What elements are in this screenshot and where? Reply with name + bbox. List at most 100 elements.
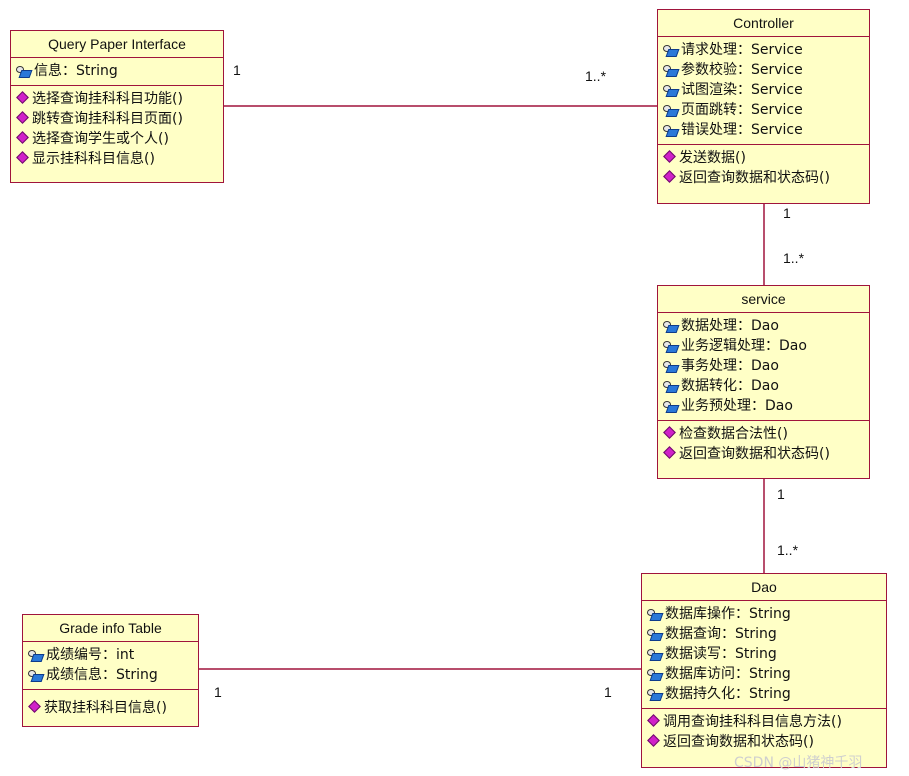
attribute-row: 请求处理：Service: [662, 40, 865, 60]
operation-text: 返回查询数据和状态码(): [663, 734, 814, 750]
multiplicity-label: 1: [604, 684, 612, 700]
attribute-row: 数据读写：String: [646, 644, 882, 664]
operation-text: 返回查询数据和状态码(): [679, 446, 830, 462]
attribute-text: 业务逻辑处理：Dao: [681, 338, 807, 354]
attribute-text: 数据转化：Dao: [681, 378, 779, 394]
key-attribute-icon: [662, 379, 680, 394]
key-attribute-icon: [662, 83, 680, 98]
operation-text: 选择查询学生或个人(): [32, 131, 169, 147]
attribute-text: 参数校验：Service: [681, 62, 803, 78]
attribute-row: 参数校验：Service: [662, 60, 865, 80]
key-attribute-icon: [662, 399, 680, 414]
multiplicity-label: 1: [783, 205, 791, 221]
operation-text: 返回查询数据和状态码(): [679, 170, 830, 186]
diamond-operation-icon: [28, 699, 41, 713]
attribute-row: 信息：String: [15, 61, 219, 81]
attribute-row: 数据转化：Dao: [662, 376, 865, 396]
class-title: Controller: [658, 10, 869, 37]
multiplicity-label: 1: [777, 486, 785, 502]
attribute-row: 试图渲染：Service: [662, 80, 865, 100]
attribute-compartment: 成绩编号：int 成绩信息：String: [23, 642, 198, 690]
attribute-compartment: 数据库操作：String 数据查询：String 数据读写：String 数据库…: [642, 601, 886, 709]
diamond-operation-icon: [16, 130, 29, 144]
attribute-row: 数据持久化：String: [646, 684, 882, 704]
attribute-row: 数据查询：String: [646, 624, 882, 644]
multiplicity-label: 1..*: [777, 542, 799, 558]
operation-text: 显示挂科科目信息(): [32, 151, 155, 167]
operation-text: 调用查询挂科科目信息方法(): [663, 714, 842, 730]
operation-row: 选择查询挂科科目功能(): [15, 89, 219, 109]
attribute-compartment: 数据处理：Dao 业务逻辑处理：Dao 事务处理：Dao 数据转化：Dao 业务…: [658, 313, 869, 421]
attribute-text: 页面跳转：Service: [681, 102, 803, 118]
multiplicity-label: 1..*: [585, 68, 607, 84]
attribute-row: 成绩信息：String: [27, 665, 194, 685]
key-attribute-icon: [646, 627, 664, 642]
operation-text: 跳转查询挂科科目页面(): [32, 111, 183, 127]
class-query-paper-interface[interactable]: Query Paper Interface 信息：String 选择查询挂科科目…: [10, 30, 224, 183]
attribute-text: 数据持久化：String: [665, 686, 791, 702]
class-controller[interactable]: Controller 请求处理：Service 参数校验：Service 试图渲…: [657, 9, 870, 204]
key-attribute-icon: [27, 648, 45, 663]
diamond-operation-icon: [16, 90, 29, 104]
key-attribute-icon: [662, 43, 680, 58]
attribute-row: 事务处理：Dao: [662, 356, 865, 376]
class-service[interactable]: service 数据处理：Dao 业务逻辑处理：Dao 事务处理：Dao 数据转…: [657, 285, 870, 479]
operation-row: 显示挂科科目信息(): [15, 149, 219, 169]
operation-row: 发送数据(): [662, 148, 865, 168]
key-attribute-icon: [662, 359, 680, 374]
class-title: Grade info Table: [23, 615, 198, 642]
key-attribute-icon: [662, 123, 680, 138]
key-attribute-icon: [27, 668, 45, 683]
class-dao[interactable]: Dao 数据库操作：String 数据查询：String 数据读写：String…: [641, 573, 887, 768]
diamond-operation-icon: [16, 150, 29, 164]
operation-row: 选择查询学生或个人(): [15, 129, 219, 149]
operation-row: 返回查询数据和状态码(): [662, 444, 865, 464]
key-attribute-icon: [662, 339, 680, 354]
attribute-text: 数据读写：String: [665, 646, 777, 662]
attribute-text: 数据库操作：String: [665, 606, 791, 622]
class-title: Dao: [642, 574, 886, 601]
key-attribute-icon: [662, 319, 680, 334]
attribute-row: 数据库操作：String: [646, 604, 882, 624]
multiplicity-label: 1..*: [783, 250, 805, 266]
attribute-text: 数据查询：String: [665, 626, 777, 642]
key-attribute-icon: [646, 607, 664, 622]
attribute-compartment: 请求处理：Service 参数校验：Service 试图渲染：Service 页…: [658, 37, 869, 145]
attribute-text: 业务预处理：Dao: [681, 398, 793, 414]
key-attribute-icon: [15, 64, 33, 79]
diamond-operation-icon: [663, 445, 676, 459]
operation-compartment: 发送数据() 返回查询数据和状态码(): [658, 145, 869, 192]
attribute-text: 事务处理：Dao: [681, 358, 779, 374]
attribute-text: 错误处理：Service: [681, 122, 803, 138]
attribute-row: 数据库访问：String: [646, 664, 882, 684]
class-grade-info-table[interactable]: Grade info Table 成绩编号：int 成绩信息：String 获取…: [22, 614, 199, 727]
operation-text: 获取挂科科目信息(): [44, 700, 167, 716]
attribute-text: 成绩编号：int: [46, 647, 135, 663]
diamond-operation-icon: [663, 169, 676, 183]
diamond-operation-icon: [647, 713, 660, 727]
attribute-text: 成绩信息：String: [46, 667, 158, 683]
class-title: Query Paper Interface: [11, 31, 223, 58]
attribute-row: 业务预处理：Dao: [662, 396, 865, 416]
multiplicity-label: 1: [233, 62, 241, 78]
attribute-text: 信息：String: [34, 63, 118, 79]
key-attribute-icon: [646, 667, 664, 682]
operation-row: 跳转查询挂科科目页面(): [15, 109, 219, 129]
attribute-compartment: 信息：String: [11, 58, 223, 86]
class-title: service: [658, 286, 869, 313]
operation-compartment: 调用查询挂科科目信息方法() 返回查询数据和状态码(): [642, 709, 886, 756]
operation-row: 返回查询数据和状态码(): [646, 732, 882, 752]
attribute-text: 请求处理：Service: [681, 42, 803, 58]
attribute-row: 数据处理：Dao: [662, 316, 865, 336]
diamond-operation-icon: [663, 149, 676, 163]
attribute-row: 页面跳转：Service: [662, 100, 865, 120]
operation-compartment: 检查数据合法性() 返回查询数据和状态码(): [658, 421, 869, 468]
operation-row: 获取挂科科目信息(): [27, 698, 194, 718]
operation-row: 调用查询挂科科目信息方法(): [646, 712, 882, 732]
diamond-operation-icon: [16, 110, 29, 124]
key-attribute-icon: [646, 647, 664, 662]
key-attribute-icon: [662, 103, 680, 118]
key-attribute-icon: [662, 63, 680, 78]
operation-text: 发送数据(): [679, 150, 746, 166]
operation-compartment: 获取挂科科目信息(): [23, 690, 198, 722]
